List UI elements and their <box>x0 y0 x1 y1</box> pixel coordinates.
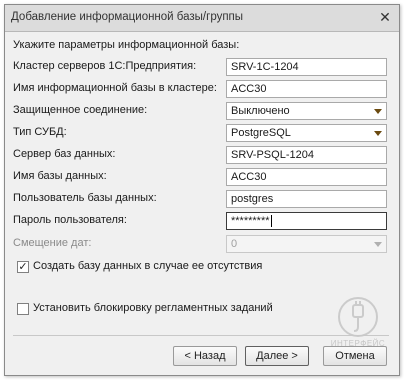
db-server-label: Сервер баз данных: <box>13 148 116 160</box>
chevron-down-icon[interactable] <box>370 103 386 119</box>
text-caret <box>270 215 272 228</box>
db-name-value: ACC30 <box>231 171 267 183</box>
password-value: ********* <box>231 215 270 227</box>
cluster-field[interactable]: SRV-1C-1204 <box>226 58 387 76</box>
db-user-field[interactable]: postgres <box>226 190 387 208</box>
dbms-type-value: PostgreSQL <box>231 127 291 139</box>
db-user-label: Пользователь базы данных: <box>13 192 157 204</box>
create-db-checkbox[interactable]: ✓ <box>17 261 29 273</box>
date-offset-select: 0 <box>226 235 387 253</box>
plug-icon <box>338 297 378 337</box>
date-offset-label: Смещение дат: <box>13 237 92 249</box>
infobase-name-value: ACC30 <box>231 83 267 95</box>
db-name-label: Имя базы данных: <box>13 170 107 182</box>
infobase-name-label: Имя информационной базы в кластере: <box>13 82 217 94</box>
infobase-name-field[interactable]: ACC30 <box>226 80 387 98</box>
close-icon[interactable]: ✕ <box>377 9 393 25</box>
back-button[interactable]: < Назад <box>173 346 237 366</box>
db-server-value: SRV-PSQL-1204 <box>231 149 314 161</box>
cluster-label: Кластер серверов 1С:Предприятия: <box>13 60 197 72</box>
cluster-value: SRV-1C-1204 <box>231 61 299 73</box>
footer-divider <box>13 335 389 336</box>
password-label: Пароль пользователя: <box>13 214 127 226</box>
block-tasks-checkbox[interactable] <box>17 303 29 315</box>
chevron-down-icon <box>370 236 386 252</box>
dbms-type-select[interactable]: PostgreSQL <box>226 124 387 142</box>
create-db-label[interactable]: Создать базу данных в случае ее отсутств… <box>33 260 262 272</box>
next-button[interactable]: Далее > <box>245 346 309 366</box>
secure-connection-value: Выключено <box>231 105 290 117</box>
cancel-button[interactable]: Отмена <box>323 346 387 366</box>
date-offset-value: 0 <box>231 238 238 250</box>
chevron-down-icon[interactable] <box>370 125 386 141</box>
form-heading: Укажите параметры информационной базы: <box>13 39 240 51</box>
password-field[interactable]: ********* <box>226 212 387 230</box>
title-bar: Добавление информационной базы/группы ✕ <box>5 5 399 32</box>
db-user-value: postgres <box>231 193 274 205</box>
add-infobase-dialog: Добавление информационной базы/группы ✕ … <box>4 4 400 376</box>
dialog-title: Добавление информационной базы/группы <box>11 11 244 23</box>
secure-connection-select[interactable]: Выключено <box>226 102 387 120</box>
db-server-field[interactable]: SRV-PSQL-1204 <box>226 146 387 164</box>
db-name-field[interactable]: ACC30 <box>226 168 387 186</box>
dbms-type-label: Тип СУБД: <box>13 126 67 138</box>
secure-connection-label: Защищенное соединение: <box>13 104 148 116</box>
block-tasks-label[interactable]: Установить блокировку регламентных задан… <box>33 302 273 314</box>
